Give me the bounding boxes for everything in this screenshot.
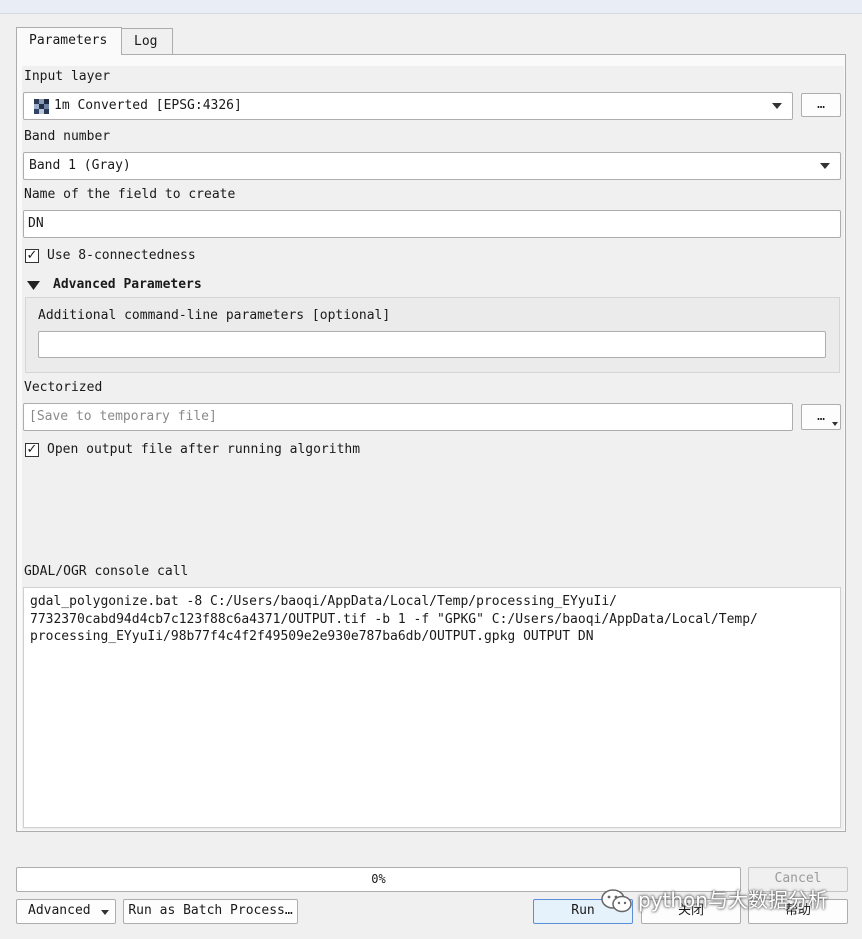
chevron-down-icon <box>832 422 838 426</box>
band-number-label: Band number <box>24 129 111 144</box>
band-number-value: Band 1 (Gray) <box>29 158 131 173</box>
band-number-combo[interactable]: Band 1 (Gray) <box>23 152 841 180</box>
chevron-down-icon <box>772 103 782 109</box>
field-name-label: Name of the field to create <box>24 187 236 202</box>
vectorized-browse-button[interactable]: … <box>801 404 841 430</box>
extra-params-label: Additional command-line parameters [opti… <box>38 308 391 323</box>
console-call-text[interactable]: gdal_polygonize.bat -8 C:/Users/baoqi/Ap… <box>23 587 841 828</box>
window-titlebar <box>0 0 862 14</box>
extra-params-input[interactable] <box>38 331 826 358</box>
console-call-label: GDAL/OGR console call <box>24 564 189 579</box>
vectorized-browse-label: … <box>817 409 825 424</box>
input-layer-label: Input layer <box>24 69 111 84</box>
input-layer-combo[interactable]: 1m Converted [EPSG:4326] <box>23 92 793 120</box>
advanced-parameters-header[interactable]: Advanced Parameters <box>53 277 202 292</box>
connectedness-label: Use 8-connectedness <box>47 248 196 263</box>
raster-layer-icon <box>34 99 49 114</box>
watermark-text: python与大数据分析 <box>638 888 828 912</box>
vectorized-label: Vectorized <box>24 380 103 395</box>
run-batch-button[interactable]: Run as Batch Process… <box>123 899 298 924</box>
open-output-label: Open output file after running algorithm <box>47 442 361 457</box>
advanced-button[interactable]: Advanced <box>16 899 116 924</box>
field-name-input[interactable]: DN <box>23 210 841 238</box>
progress-text: 0% <box>371 872 386 886</box>
input-layer-browse-button[interactable]: … <box>801 93 841 117</box>
tab-parameters[interactable]: Parameters <box>16 27 122 55</box>
input-layer-value: 1m Converted [EPSG:4326] <box>54 98 242 113</box>
chevron-down-icon <box>820 163 830 169</box>
connectedness-checkbox[interactable]: ✓ <box>25 249 39 263</box>
advanced-button-label: Advanced <box>28 903 91 918</box>
vectorized-output-input[interactable]: [Save to temporary file] <box>23 403 793 431</box>
chevron-down-icon <box>101 910 109 915</box>
triangle-down-icon[interactable] <box>27 281 40 291</box>
tab-log[interactable]: Log <box>121 28 173 54</box>
wechat-icon <box>601 889 632 913</box>
open-output-checkbox[interactable]: ✓ <box>25 443 39 457</box>
